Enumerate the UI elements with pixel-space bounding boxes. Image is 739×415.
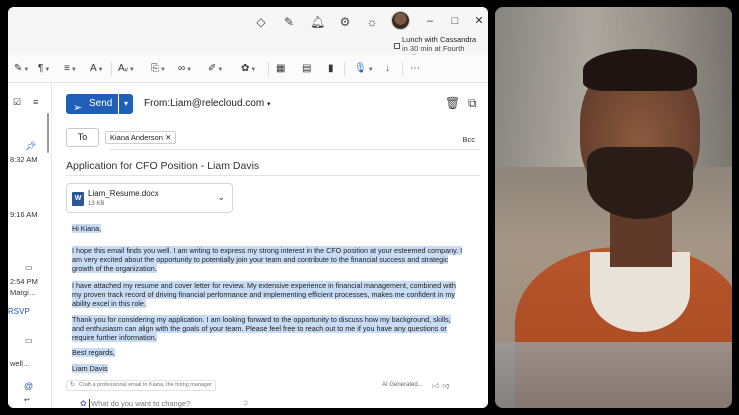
scrollbar[interactable] <box>47 113 49 153</box>
edit-icon[interactable]: ✎ <box>282 15 296 29</box>
outlook-window: ◇ ✎ 🔔︎ ⚙ ☼ – □ ✕ Lunch with Cassandra in… <box>8 7 488 408</box>
list-item-snippet: well… <box>10 359 31 368</box>
trash-icon[interactable]: 🗑︎ <box>445 96 460 110</box>
pin-icon[interactable]: 📌︎ <box>25 141 36 152</box>
from-selector[interactable]: From:Liam@relecloud.com ▾ <box>144 98 270 109</box>
calendar-icon: ▭ <box>25 336 33 345</box>
table-icon[interactable]: ▦ <box>276 62 285 76</box>
send-options-dropdown[interactable]: ▾ <box>119 94 133 114</box>
recipient-name: Kiana Anderson <box>110 133 163 142</box>
email-body-signature[interactable]: Liam Davis <box>72 364 464 373</box>
dictate-icon[interactable]: ▤ <box>302 62 311 76</box>
copilot-icon: ✿ <box>80 399 87 408</box>
clear-format-icon[interactable]: A▼ <box>90 62 104 76</box>
mic-icon[interactable]: 🎙︎▼ <box>354 62 374 76</box>
signature-icon[interactable]: ✐▼ <box>208 62 223 76</box>
to-divider <box>110 149 480 150</box>
bell-icon[interactable]: 🔔︎ <box>310 15 325 29</box>
at-mention-icon: @ <box>24 381 34 391</box>
copilot-prompt-text: Craft a professional email to Kiana, the… <box>79 382 212 388</box>
refresh-icon: ↻ <box>70 382 76 388</box>
send-label: Send <box>89 98 113 109</box>
word-doc-icon: W <box>72 192 84 206</box>
ribbon-toolbar: ✎▼ ¶▼ ≡▼ A▼ Aᵥ▼ ⎘▼ ∞▼ ✐▼ ✿▼ ▦ ▤ ▮ 🎙︎▼ ↓ … <box>8 55 488 83</box>
link-icon[interactable]: ∞▼ <box>178 62 192 76</box>
maximize-button[interactable]: □ <box>449 14 461 28</box>
text-style-icon[interactable]: Aᵥ▼ <box>118 62 135 76</box>
attachment-size: 13 KB <box>88 201 105 207</box>
compose-pane: ➢ Send ▾ From:Liam@relecloud.com ▾ 🗑︎ ⧉ … <box>52 83 488 408</box>
subject-field[interactable]: Application for CFO Position - Liam Davi… <box>66 160 259 172</box>
email-body-paragraph[interactable]: Thank you for considering my application… <box>72 315 464 343</box>
laptop-screen <box>495 342 732 408</box>
person-beard <box>587 147 693 219</box>
list-item-time: 9:16 AM <box>10 210 38 219</box>
copilot-prompt-chip[interactable]: ↻ Craft a professional email to Kiana, t… <box>66 380 216 391</box>
screen: ◇ ✎ 🔔︎ ⚙ ☼ – □ ✕ Lunch with Cassandra in… <box>0 0 739 415</box>
send-button[interactable]: ➢ Send <box>66 94 118 114</box>
voice-icon[interactable]: ▮ <box>328 62 334 76</box>
email-body-closing[interactable]: Best regards, <box>72 348 464 357</box>
diamond-icon[interactable]: ◇ <box>254 15 268 29</box>
lightbulb-icon[interactable]: ☼ <box>365 15 379 29</box>
avatar[interactable] <box>391 11 410 30</box>
text-cursor <box>89 399 90 408</box>
to-button[interactable]: To <box>66 128 99 147</box>
email-body-paragraph[interactable]: I have attached my resume and cover lett… <box>72 281 464 309</box>
calendar-icon: ▭ <box>25 263 33 272</box>
more-icon[interactable]: ⋯ <box>410 62 420 76</box>
reminder-title: Lunch with Cassandra <box>402 35 477 44</box>
recipient-chip[interactable]: Kiana Anderson ✕ <box>105 131 177 144</box>
paragraph-icon[interactable]: ¶▼ <box>38 62 50 76</box>
check-icon[interactable]: ☑ <box>13 97 21 108</box>
video-feed <box>495 7 732 408</box>
minimize-button[interactable]: – <box>424 14 436 28</box>
change-request-placeholder: What do you want to change? <box>91 399 191 408</box>
ai-generated-label: AI Generated... <box>382 382 423 388</box>
remove-recipient-icon[interactable]: ✕ <box>165 133 171 142</box>
title-bar: ◇ ✎ 🔔︎ ⚙ ☼ – □ ✕ Lunch with Cassandra in… <box>8 7 488 62</box>
ribbon-divider <box>268 62 269 76</box>
list-item-snippet: Margi… <box>10 288 37 297</box>
list-item-time: 2:54 PM <box>10 277 38 286</box>
rsvp-link[interactable]: RSVP <box>8 307 30 316</box>
filter-icon[interactable]: ≡ <box>33 97 38 107</box>
attachment-card[interactable]: W Liam_Resume.docx 13 KB ⌄ <box>66 183 233 213</box>
ribbon-divider <box>111 62 112 76</box>
ribbon-divider <box>402 62 403 76</box>
subject-divider <box>66 175 480 176</box>
message-list: ☑ ≡ 📌︎ 8:32 AM 9:16 AM ▭ 2:54 PM Margi… … <box>8 83 52 408</box>
chevron-down-icon: ▾ <box>266 101 271 108</box>
close-button[interactable]: ✕ <box>473 14 485 28</box>
calendar-icon <box>394 43 400 49</box>
ribbon-divider <box>344 62 345 76</box>
popout-icon[interactable]: ⧉ <box>468 96 477 111</box>
bcc-button[interactable]: Bcc <box>462 135 475 144</box>
format-painter-icon[interactable]: ✎▼ <box>14 62 29 76</box>
from-address: From:Liam@relecloud.com <box>144 98 265 109</box>
attachment-name: Liam_Resume.docx <box>88 189 159 198</box>
email-body-greeting[interactable]: Hi Kiana, <box>72 224 464 233</box>
change-request-input[interactable]: ✿ What do you want to change? <box>66 396 226 408</box>
gear-icon[interactable]: ⚙ <box>338 15 352 29</box>
reply-icon: ↩ <box>24 397 30 404</box>
chevron-down-icon[interactable]: ⌄ <box>217 192 225 203</box>
attach-icon[interactable]: ⎘▼ <box>151 62 166 76</box>
copilot-icon[interactable]: ✿▼ <box>241 62 256 76</box>
person-hair <box>583 49 697 91</box>
send-icon: ➢ <box>73 102 83 114</box>
email-body-paragraph[interactable]: I hope this email finds you well. I am w… <box>72 246 464 274</box>
align-icon[interactable]: ≡▼ <box>64 62 77 76</box>
submit-arrow-icon[interactable]: ➲ <box>242 398 249 407</box>
arrow-down-icon[interactable]: ↓ <box>385 62 390 76</box>
feedback-icons[interactable]: 👍︎👎︎ <box>432 381 452 390</box>
list-item-time: 8:32 AM <box>10 155 38 164</box>
